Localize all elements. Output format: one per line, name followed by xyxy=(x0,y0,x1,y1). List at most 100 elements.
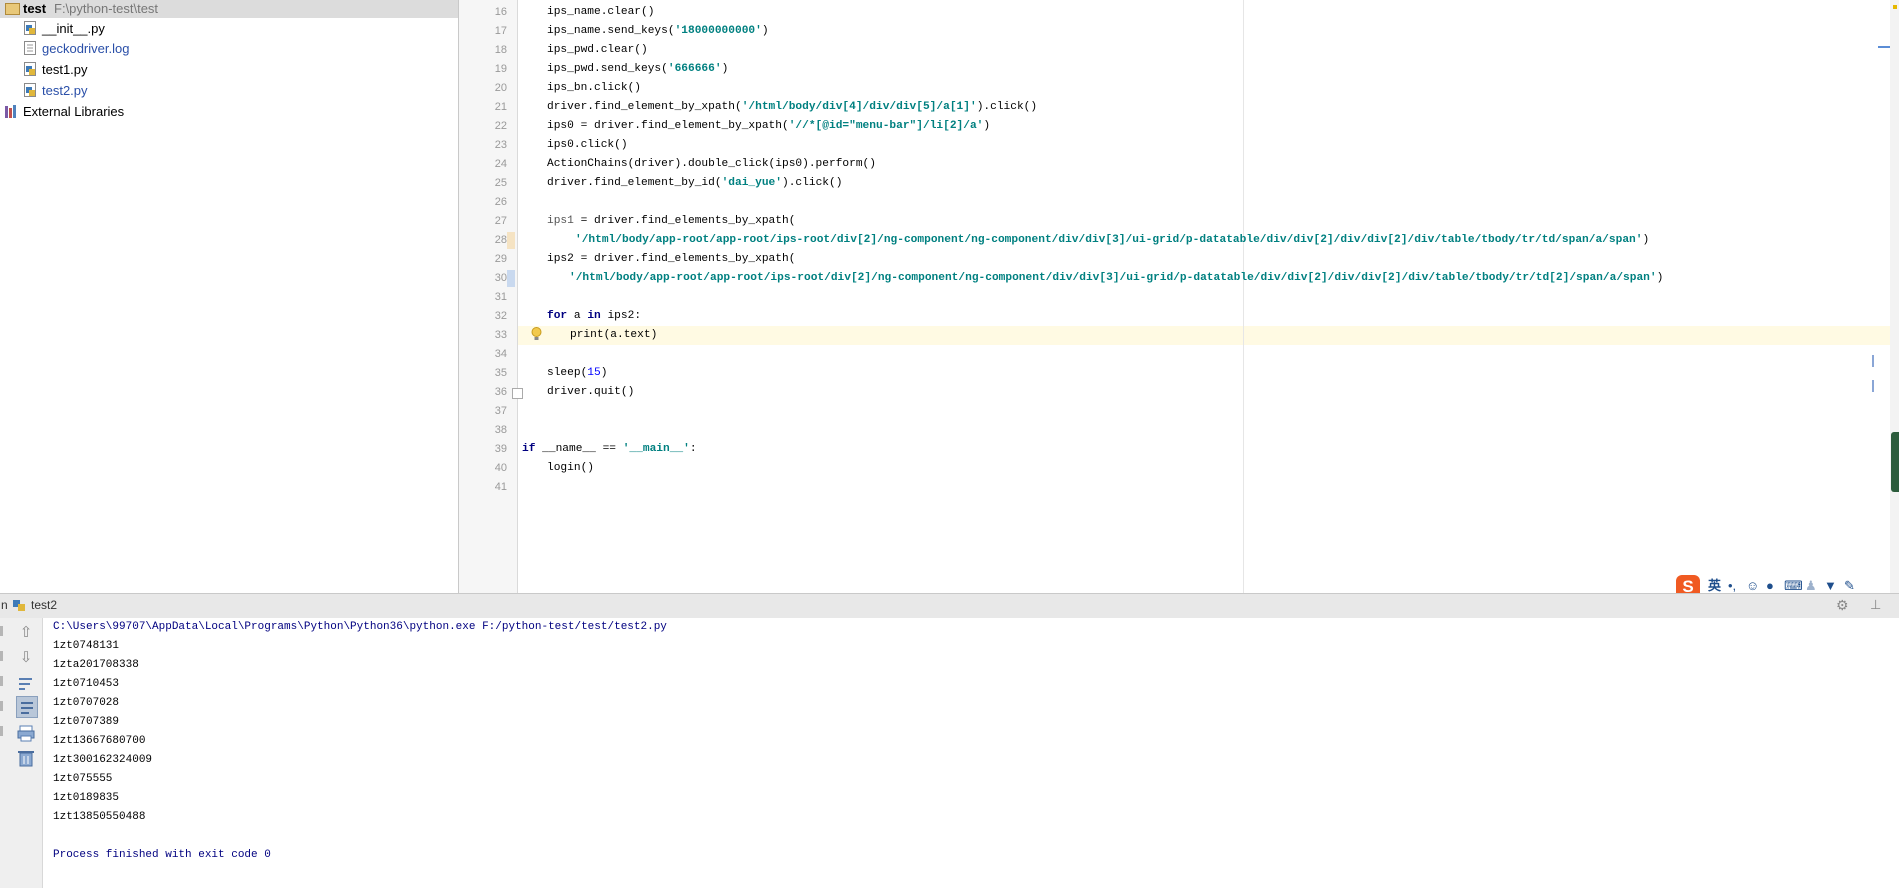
code-line-32: for a in ips2: xyxy=(547,310,642,322)
folder-icon xyxy=(5,3,20,15)
line-number: 37 xyxy=(494,405,507,417)
line-number: 40 xyxy=(494,462,507,474)
tree-item-label: External Libraries xyxy=(23,104,125,119)
line-number: 32 xyxy=(494,310,507,322)
scroll-to-end-icon[interactable] xyxy=(16,696,38,718)
console-command-line: C:\Users\99707\AppData\Local\Programs\Py… xyxy=(53,621,667,633)
project-root-path: F:\python-test\test xyxy=(54,1,159,16)
tree-item-external-libraries[interactable]: External Libraries xyxy=(5,102,124,121)
settings-gear-icon[interactable]: ⚙ xyxy=(1836,597,1849,614)
tree-item-label: test1.py xyxy=(42,62,88,77)
down-arrow-icon[interactable]: ⇩ xyxy=(16,648,36,668)
code-line-36: driver.quit() xyxy=(547,386,635,398)
run-toolbar: ⇧ ⇩ xyxy=(0,618,43,888)
line-number: 39 xyxy=(494,443,507,455)
code-line-25: driver.find_element_by_id('dai_yue').cli… xyxy=(547,177,843,189)
fold-icon[interactable] xyxy=(512,388,523,399)
current-line-highlight xyxy=(518,326,1890,345)
left-strip-icon xyxy=(0,626,3,746)
run-panel-header: n test2 ⚙ ⊥ xyxy=(0,593,1899,619)
hide-panel-icon[interactable]: ⊥ xyxy=(1870,597,1881,613)
log-file-icon xyxy=(24,41,37,55)
run-tab-prefix: n xyxy=(1,598,8,612)
console-line: 1zt0707389 xyxy=(53,716,120,728)
right-margin-guide xyxy=(1243,0,1244,593)
tree-item-init[interactable]: __init__.py xyxy=(24,19,105,38)
side-panel-tab[interactable] xyxy=(1891,432,1899,492)
tree-item-label: geckodriver.log xyxy=(42,41,130,56)
editor-scrollbar[interactable] xyxy=(1890,0,1899,593)
console-line: 1zt13850550488 xyxy=(53,811,146,823)
line-number: 41 xyxy=(494,481,507,493)
line-number: 29 xyxy=(494,253,507,265)
skin-icon[interactable]: ▼ xyxy=(1824,578,1837,594)
line-number: 20 xyxy=(494,82,507,94)
tree-item-test1[interactable]: test1.py xyxy=(24,60,88,79)
emoji-icon[interactable]: ☺ xyxy=(1746,578,1759,594)
line-number: 28 xyxy=(494,234,507,246)
python-file-icon xyxy=(24,62,37,76)
line-number: 19 xyxy=(494,63,507,75)
console-line: 1zt075555 xyxy=(53,773,113,785)
change-marker-added xyxy=(507,270,515,287)
line-number: 34 xyxy=(494,348,507,360)
tree-item-geckodriver-log[interactable]: geckodriver.log xyxy=(24,39,129,58)
code-line-30: '/html/body/app-root/app-root/ips-root/d… xyxy=(569,272,1664,284)
project-root-name: test xyxy=(23,1,47,16)
keyboard-icon[interactable]: ⌨ xyxy=(1784,578,1803,594)
code-line-19: ips_pwd.send_keys('666666') xyxy=(547,63,729,75)
microphone-icon[interactable]: ● xyxy=(1766,578,1774,594)
lightbulb-icon[interactable] xyxy=(531,326,542,342)
line-number: 26 xyxy=(494,196,507,208)
code-line-21: driver.find_element_by_xpath('/html/body… xyxy=(547,101,1038,113)
error-stripe-mark xyxy=(1872,355,1874,367)
ime-language-toggle[interactable]: 英 xyxy=(1708,578,1721,594)
line-number: 25 xyxy=(494,177,507,189)
code-line-18: ips_pwd.clear() xyxy=(547,44,648,56)
punctuation-icon[interactable]: •, xyxy=(1728,578,1736,594)
project-tree: test F:\python-test\test __init__.py gec… xyxy=(0,0,458,593)
wrench-icon[interactable]: ✎ xyxy=(1844,578,1855,594)
code-line-29: ips2 = driver.find_elements_by_xpath( xyxy=(547,253,796,265)
code-editor[interactable] xyxy=(518,0,1899,593)
tree-item-label: test2.py xyxy=(42,83,88,98)
line-number: 24 xyxy=(494,158,507,170)
up-arrow-icon[interactable]: ⇧ xyxy=(16,623,36,643)
run-tab-label[interactable]: test2 xyxy=(31,598,57,612)
tree-item-label: __init__.py xyxy=(42,21,105,36)
console-exit-message: Process finished with exit code 0 xyxy=(53,849,271,861)
line-number: 23 xyxy=(494,139,507,151)
python-file-icon xyxy=(24,83,37,97)
code-line-27: ips1 = driver.find_elements_by_xpath( xyxy=(547,215,796,227)
change-marker-modified xyxy=(507,232,515,249)
line-number: 35 xyxy=(494,367,507,379)
code-line-33: print(a.text) xyxy=(570,329,658,341)
inspection-status-marker xyxy=(1893,5,1897,9)
code-line-23: ips0.click() xyxy=(547,139,628,151)
code-line-17: ips_name.send_keys('18000000000') xyxy=(547,25,769,37)
console-line: 1zt0189835 xyxy=(53,792,120,804)
error-stripe-mark xyxy=(1872,380,1874,392)
code-line-39: if __name__ == '__main__': xyxy=(522,443,697,455)
print-icon[interactable] xyxy=(16,723,36,743)
line-number: 30 xyxy=(494,272,507,284)
code-line-20: ips_bn.click() xyxy=(547,82,641,94)
user-icon[interactable]: ♟ xyxy=(1805,578,1817,594)
error-stripe-mark xyxy=(1878,46,1890,48)
python-run-icon xyxy=(13,599,26,612)
console-output[interactable]: C:\Users\99707\AppData\Local\Programs\Py… xyxy=(43,618,1899,888)
line-number: 16 xyxy=(494,6,507,18)
soft-wrap-icon[interactable] xyxy=(16,673,36,693)
console-line: 1zta201708338 xyxy=(53,659,139,671)
line-number: 27 xyxy=(494,215,507,227)
console-line: 1zt300162324009 xyxy=(53,754,153,766)
tree-item-test2[interactable]: test2.py xyxy=(24,81,88,100)
line-number: 33 xyxy=(494,329,507,341)
clear-trash-icon[interactable] xyxy=(16,748,36,768)
code-line-28: '/html/body/app-root/app-root/ips-root/d… xyxy=(575,234,1650,246)
line-number: 17 xyxy=(494,25,507,37)
line-number: 36 xyxy=(494,386,507,398)
code-line-22: ips0 = driver.find_element_by_xpath('//*… xyxy=(547,120,991,132)
tree-root-row[interactable]: test F:\python-test\test xyxy=(0,0,458,18)
python-file-icon xyxy=(24,21,37,35)
